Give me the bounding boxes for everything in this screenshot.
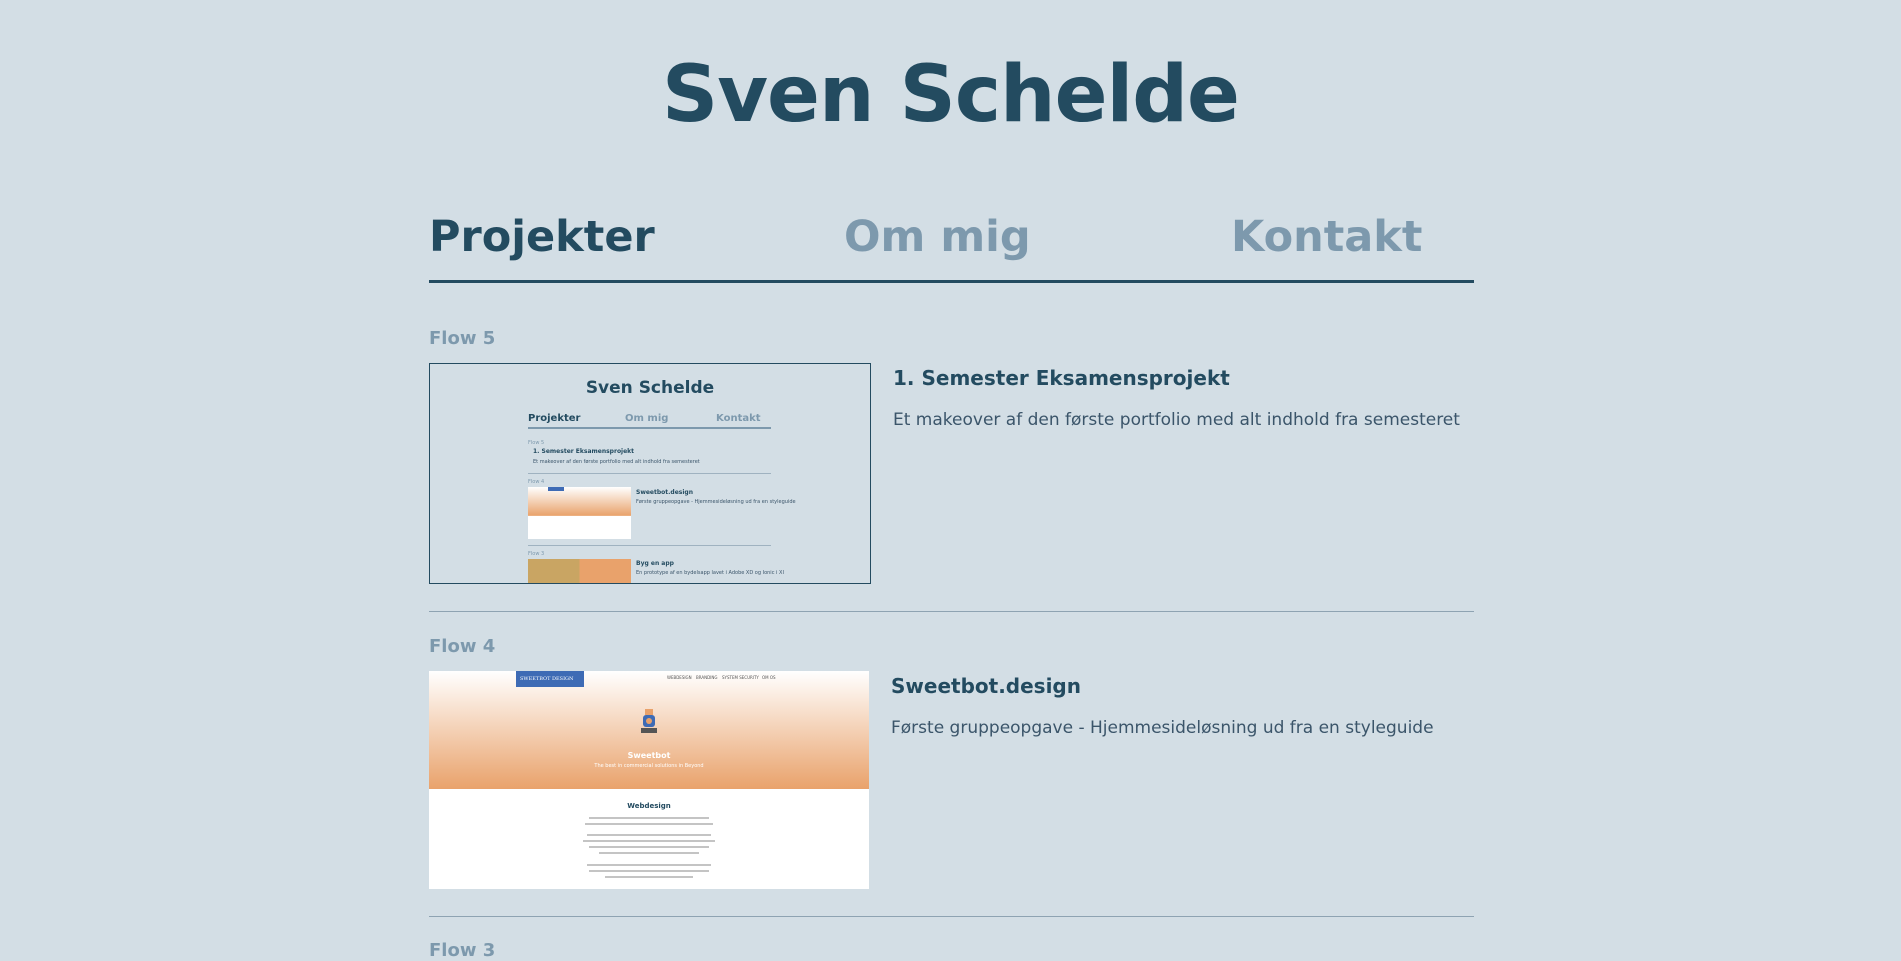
preview-nav: Projekter Om mig Kontakt [528, 413, 771, 429]
preview-flow-label: Flow 3 [528, 551, 545, 557]
robot-icon [641, 709, 657, 733]
preview-project-title: 1. Semester Eksamensprojekt [533, 448, 635, 455]
preview-text-line [589, 870, 709, 872]
preview-brand-name: Sweetbot [627, 751, 671, 760]
preview-image-app [528, 559, 631, 583]
project-description: Et makeover af den første portfolio med … [893, 410, 1460, 430]
project-flow-label: Flow 4 [429, 636, 496, 657]
preview-text-line [587, 864, 711, 866]
preview-flow-label: Flow 5 [528, 440, 545, 446]
preview-project-title: Sweetbot.design [636, 489, 693, 496]
preview-nav-projects: Projekter [528, 413, 581, 424]
project-thumbnail-sweetbot[interactable]: SWEETBOT DESIGN WEBDESIGN BRANDING SYSTE… [429, 671, 869, 889]
nav-tab-contact[interactable]: Kontakt [1231, 212, 1422, 264]
preview-divider [528, 545, 771, 546]
preview-text-line [587, 834, 711, 836]
preview-nav-about: Om mig [625, 413, 669, 424]
preview-text-line [589, 817, 709, 819]
preview-section-heading: Webdesign [627, 802, 671, 810]
preview-text-line [599, 852, 699, 854]
preview-tagline: The best in commercial solutions in Beyo… [594, 763, 704, 769]
preview-text-line [589, 846, 709, 848]
preview-brand-logo: SWEETBOT DESIGN [516, 671, 584, 687]
preview-text-line [605, 876, 693, 878]
project-divider [429, 916, 1474, 917]
preview-site-title: Sven Schelde [585, 378, 715, 398]
project-flow-label: Flow 5 [429, 328, 496, 349]
project-divider [429, 611, 1474, 612]
project-flow-label: Flow 3 [429, 940, 496, 961]
preview-nav-contact: Kontakt [716, 413, 761, 424]
preview-nav-item: OM OS [762, 675, 776, 680]
preview-project-desc: Et makeover af den første portfolio med … [533, 459, 700, 465]
project-title[interactable]: 1. Semester Eksamensprojekt [893, 366, 1230, 390]
preview-project-desc: Første gruppeopgave - Hjemmesideløsning … [636, 499, 796, 505]
preview-divider [528, 473, 771, 474]
project-title[interactable]: Sweetbot.design [891, 674, 1081, 698]
preview-flow-label: Flow 4 [528, 479, 545, 485]
project-description: Første gruppeopgave - Hjemmesideløsning … [891, 718, 1434, 738]
preview-nav-item: SYSTEM SECURITY [722, 675, 759, 680]
project-thumbnail-portfolio[interactable]: Sven Schelde Projekter Om mig Kontakt Fl… [429, 363, 871, 584]
nav-tab-about[interactable]: Om mig [844, 212, 1031, 264]
preview-project-desc: En prototype af en bydelsapp lavet i Ado… [636, 570, 784, 576]
preview-text-line [585, 823, 713, 825]
site-title: Sven Schelde [662, 50, 1240, 140]
preview-nav-item: BRANDING [696, 675, 718, 680]
preview-nav-item: WEBDESIGN [667, 675, 692, 680]
preview-text-line [583, 840, 715, 842]
main-nav: Projekter Om mig Kontakt [429, 208, 1474, 283]
nav-tab-projects[interactable]: Projekter [429, 212, 655, 264]
preview-image-sweetbot [528, 487, 631, 539]
preview-project-title: Byg en app [636, 560, 674, 567]
